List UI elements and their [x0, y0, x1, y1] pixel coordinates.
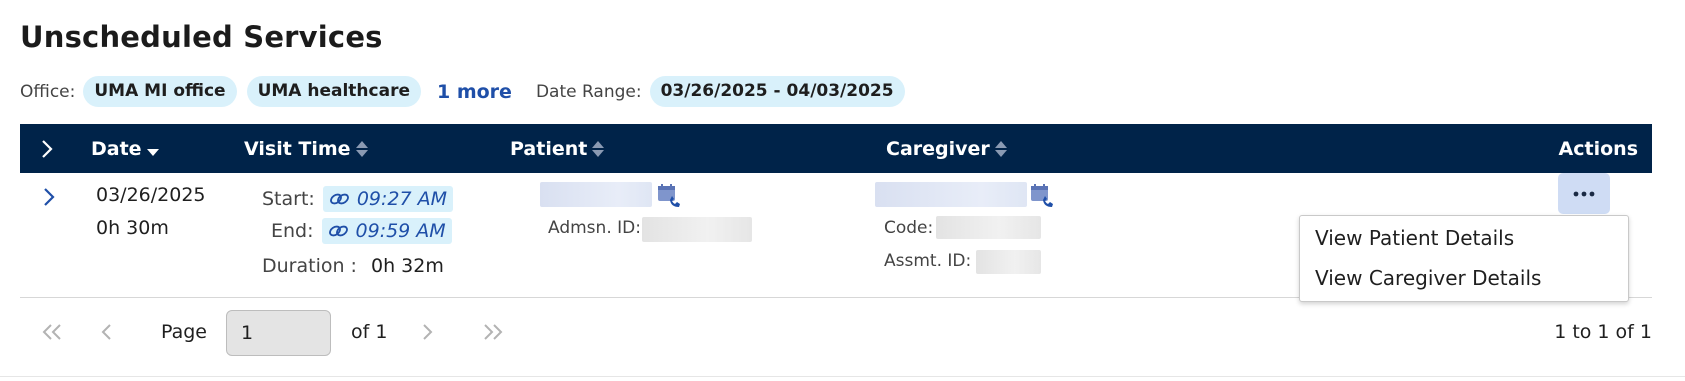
calendar-phone-icon [1031, 184, 1053, 207]
expand-all-button[interactable] [40, 124, 54, 173]
actions-dropdown-menu: View Patient Details View Caregiver Deta… [1299, 215, 1629, 302]
pagination-summary: 1 to 1 of 1 [1554, 321, 1652, 343]
double-chevron-left-icon[interactable] [40, 322, 64, 342]
assessment-id-label: Assmt. ID: [884, 251, 972, 271]
menu-item-view-patient-details[interactable]: View Patient Details [1315, 226, 1514, 250]
chevron-left-icon[interactable] [100, 322, 114, 342]
column-label-visit-time: Visit Time [244, 137, 351, 160]
page-count-label: of 1 [351, 321, 388, 343]
chevron-right-icon [44, 188, 55, 206]
filter-bar: Office: UMA MI office UMA healthcare 1 m… [20, 76, 915, 107]
column-header-actions: Actions [1559, 124, 1638, 173]
date-range-chip[interactable]: 03/26/2025 - 04/03/2025 [649, 76, 905, 107]
column-header-date[interactable]: Date [91, 124, 159, 173]
end-label: End: [271, 220, 314, 242]
bottom-divider [0, 376, 1685, 377]
patient-name-redacted[interactable] [540, 182, 652, 207]
chevron-right-icon [42, 139, 53, 158]
column-label-date: Date [91, 137, 142, 160]
page-number-input[interactable] [226, 310, 331, 356]
row-duration-short: 0h 30m [96, 217, 169, 239]
expand-row-button[interactable] [42, 187, 56, 212]
pagination-bar: Page of 1 1 to 1 of 1 [20, 308, 1652, 358]
duration-label: Duration : [262, 255, 357, 277]
caregiver-schedule-call-button[interactable] [1029, 183, 1055, 214]
admission-id-redacted [642, 217, 752, 242]
sort-descending-icon [146, 149, 159, 156]
row-date: 03/26/2025 [96, 184, 206, 206]
menu-item-view-caregiver-details[interactable]: View Caregiver Details [1315, 266, 1541, 290]
chevron-right-icon[interactable] [420, 322, 434, 342]
page-label: Page [161, 321, 207, 343]
more-horizontal-icon [1573, 191, 1595, 196]
column-label-patient: Patient [510, 137, 588, 160]
link-icon [329, 193, 349, 205]
column-header-caregiver[interactable]: Caregiver [886, 124, 1007, 173]
table-header: Date Visit Time Patient Caregiver Action… [20, 124, 1652, 173]
sort-icon [355, 140, 368, 157]
row-actions-button[interactable] [1558, 173, 1610, 214]
caregiver-code-redacted [936, 216, 1041, 239]
column-label-actions: Actions [1558, 137, 1638, 160]
sort-icon [592, 140, 605, 157]
column-label-caregiver: Caregiver [886, 137, 990, 160]
start-time: 09:27 AM [356, 188, 448, 210]
office-filter-label: Office: [20, 81, 76, 102]
sort-icon [994, 140, 1007, 157]
date-range-label: Date Range: [535, 81, 642, 102]
caregiver-name-redacted[interactable] [875, 182, 1027, 207]
assessment-id-redacted [976, 250, 1041, 274]
more-offices-link[interactable]: 1 more [437, 81, 512, 103]
visit-start: Start: 09:27 AM [262, 186, 454, 212]
start-label: Start: [262, 188, 315, 210]
end-time: 09:59 AM [355, 220, 446, 242]
column-header-patient[interactable]: Patient [510, 124, 605, 173]
office-chip-uma-mi[interactable]: UMA MI office [83, 76, 237, 107]
page-title: Unscheduled Services [20, 20, 383, 54]
patient-schedule-call-button[interactable] [656, 183, 682, 214]
office-chip-uma-healthcare[interactable]: UMA healthcare [246, 76, 421, 107]
visit-end: End: 09:59 AM [271, 218, 452, 244]
end-time-link[interactable]: 09:59 AM [321, 218, 452, 244]
link-icon [328, 225, 348, 237]
visit-duration: Duration : 0h 32m [262, 255, 444, 277]
duration-value: 0h 32m [371, 255, 444, 277]
calendar-phone-icon [658, 184, 680, 207]
start-time-link[interactable]: 09:27 AM [322, 186, 454, 212]
admission-id-label: Admsn. ID: [548, 218, 641, 238]
double-chevron-right-icon[interactable] [481, 322, 505, 342]
caregiver-code-label: Code: [884, 218, 934, 238]
column-header-visit-time[interactable]: Visit Time [244, 124, 368, 173]
